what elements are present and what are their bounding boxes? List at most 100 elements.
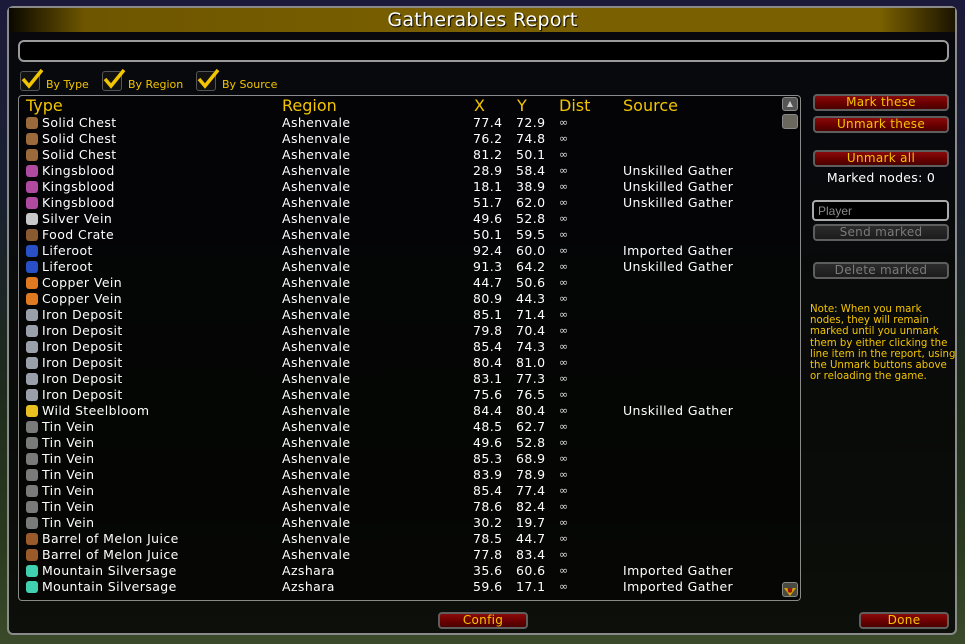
table-row[interactable]: Iron Deposit Ashenvale 83.1 77.3 ∞	[24, 371, 779, 387]
marked-nodes-count: Marked nodes: 0	[826, 170, 936, 185]
table-row[interactable]: Iron Deposit Ashenvale 75.6 76.5 ∞	[24, 387, 779, 403]
table-row[interactable]: Solid Chest Ashenvale 76.2 74.8 ∞	[24, 131, 779, 147]
tin-ore-icon	[26, 437, 38, 449]
y-cell: 52.8	[516, 435, 546, 450]
region-cell: Ashenvale	[282, 403, 351, 418]
y-cell: 50.6	[516, 275, 546, 290]
config-button[interactable]: Config	[438, 612, 528, 629]
y-cell: 77.4	[516, 483, 546, 498]
table-row[interactable]: Copper Vein Ashenvale 44.7 50.6 ∞	[24, 275, 779, 291]
table-row[interactable]: Tin Vein Ashenvale 85.3 68.9 ∞	[24, 451, 779, 467]
dist-cell: ∞	[559, 468, 569, 481]
table-row[interactable]: Iron Deposit Ashenvale 85.4 74.3 ∞	[24, 339, 779, 355]
x-cell: 49.6	[473, 435, 503, 450]
table-row[interactable]: Tin Vein Ashenvale 49.6 52.8 ∞	[24, 435, 779, 451]
column-header-type[interactable]: Type	[26, 96, 63, 116]
table-row[interactable]: Tin Vein Ashenvale 78.6 82.4 ∞	[24, 499, 779, 515]
column-header-x[interactable]: X	[474, 96, 485, 116]
x-cell: 78.6	[473, 499, 503, 514]
region-cell: Ashenvale	[282, 291, 351, 306]
y-cell: 72.9	[516, 115, 546, 130]
table-row[interactable]: Iron Deposit Ashenvale 79.8 70.4 ∞	[24, 323, 779, 339]
delete-marked-button[interactable]: Delete marked	[813, 262, 949, 279]
table-row[interactable]: Barrel of Melon Juice Ashenvale 78.5 44.7 ∞	[24, 531, 779, 547]
dist-cell: ∞	[559, 164, 569, 177]
checkmark-icon	[196, 68, 220, 91]
x-cell: 30.2	[473, 515, 503, 530]
herb-icon	[26, 181, 38, 193]
filter-by-source-checkbox[interactable]: By Source	[196, 68, 277, 92]
unmark-all-button[interactable]: Unmark all	[813, 150, 949, 167]
type-cell: Mountain Silversage	[42, 579, 177, 594]
x-cell: 85.1	[473, 307, 503, 322]
type-cell: Iron Deposit	[42, 355, 123, 370]
region-cell: Ashenvale	[282, 435, 351, 450]
column-header-dist[interactable]: Dist	[559, 96, 590, 116]
table-row[interactable]: Barrel of Melon Juice Ashenvale 77.8 83.4 ∞	[24, 547, 779, 563]
type-cell: Iron Deposit	[42, 339, 123, 354]
table-row[interactable]: Iron Deposit Ashenvale 80.4 81.0 ∞	[24, 355, 779, 371]
table-row[interactable]: Iron Deposit Ashenvale 85.1 71.4 ∞	[24, 307, 779, 323]
region-cell: Ashenvale	[282, 531, 351, 546]
window-title: Gatherables Report	[387, 9, 578, 31]
scroll-up-button[interactable]: ▲	[782, 97, 798, 111]
search-input[interactable]	[18, 40, 949, 62]
dist-cell: ∞	[559, 212, 569, 225]
player-input[interactable]	[812, 200, 949, 221]
y-cell: 78.9	[516, 467, 546, 482]
scroll-down-button[interactable]	[782, 582, 798, 597]
type-cell: Wild Steelbloom	[42, 403, 150, 418]
tin-ore-icon	[26, 501, 38, 513]
table-row[interactable]: Tin Vein Ashenvale 48.5 62.7 ∞	[24, 419, 779, 435]
type-cell: Tin Vein	[42, 419, 95, 434]
type-cell: Copper Vein	[42, 291, 123, 306]
iron-ore-icon	[26, 309, 38, 321]
unmark-these-button[interactable]: Unmark these	[813, 116, 949, 133]
table-row[interactable]: Mountain Silversage Azshara 59.6 17.1 ∞ Impor…	[24, 579, 779, 595]
source-cell: Imported Gather	[623, 243, 734, 258]
table-row[interactable]: Liferoot Ashenvale 91.3 64.2 ∞ Unskilled Gath…	[24, 259, 779, 275]
table-row[interactable]: Food Crate Ashenvale 50.1 59.5 ∞	[24, 227, 779, 243]
y-cell: 81.0	[516, 355, 546, 370]
table-row[interactable]: Copper Vein Ashenvale 80.9 44.3 ∞	[24, 291, 779, 307]
column-header-source[interactable]: Source	[623, 96, 678, 116]
table-row[interactable]: Solid Chest Ashenvale 77.4 72.9 ∞	[24, 115, 779, 131]
done-button[interactable]: Done	[859, 612, 949, 629]
send-marked-button[interactable]: Send marked	[813, 224, 949, 241]
type-cell: Solid Chest	[42, 131, 117, 146]
table-row[interactable]: Kingsblood Ashenvale 51.7 62.0 ∞ Unskilled Ga…	[24, 195, 779, 211]
silversage-icon	[26, 565, 38, 577]
table-row[interactable]: Mountain Silversage Azshara 35.6 60.6 ∞ Impor…	[24, 563, 779, 579]
type-cell: Iron Deposit	[42, 371, 123, 386]
filter-by-region-checkbox[interactable]: By Region	[102, 68, 183, 92]
table-row[interactable]: Silver Vein Ashenvale 49.6 52.8 ∞	[24, 211, 779, 227]
iron-ore-icon	[26, 325, 38, 337]
dist-cell: ∞	[559, 260, 569, 273]
tin-ore-icon	[26, 485, 38, 497]
y-cell: 76.5	[516, 387, 546, 402]
filter-label: By Type	[46, 77, 89, 91]
iron-ore-icon	[26, 389, 38, 401]
column-header-region[interactable]: Region	[282, 96, 337, 116]
table-row[interactable]: Liferoot Ashenvale 92.4 60.0 ∞ Imported Gathe…	[24, 243, 779, 259]
region-cell: Ashenvale	[282, 467, 351, 482]
y-cell: 70.4	[516, 323, 546, 338]
source-cell: Unskilled Gather	[623, 179, 734, 194]
x-cell: 75.6	[473, 387, 503, 402]
scrollbar-thumb[interactable]	[782, 114, 798, 129]
table-row[interactable]: Wild Steelbloom Ashenvale 84.4 80.4 ∞ Unskill…	[24, 403, 779, 419]
filter-by-type-checkbox[interactable]: By Type	[20, 68, 89, 92]
table-row[interactable]: Tin Vein Ashenvale 83.9 78.9 ∞	[24, 467, 779, 483]
copper-ore-icon	[26, 293, 38, 305]
x-cell: 49.6	[473, 211, 503, 226]
table-row[interactable]: Tin Vein Ashenvale 85.4 77.4 ∞	[24, 483, 779, 499]
y-cell: 77.3	[516, 371, 546, 386]
table-row[interactable]: Solid Chest Ashenvale 81.2 50.1 ∞	[24, 147, 779, 163]
iron-ore-icon	[26, 357, 38, 369]
column-header-y[interactable]: Y	[517, 96, 527, 116]
table-row[interactable]: Tin Vein Ashenvale 30.2 19.7 ∞	[24, 515, 779, 531]
mark-these-button[interactable]: Mark these	[813, 94, 949, 111]
table-row[interactable]: Kingsblood Ashenvale 18.1 38.9 ∞ Unskilled Ga…	[24, 179, 779, 195]
x-cell: 85.4	[473, 339, 503, 354]
table-row[interactable]: Kingsblood Ashenvale 28.9 58.4 ∞ Unskilled Ga…	[24, 163, 779, 179]
